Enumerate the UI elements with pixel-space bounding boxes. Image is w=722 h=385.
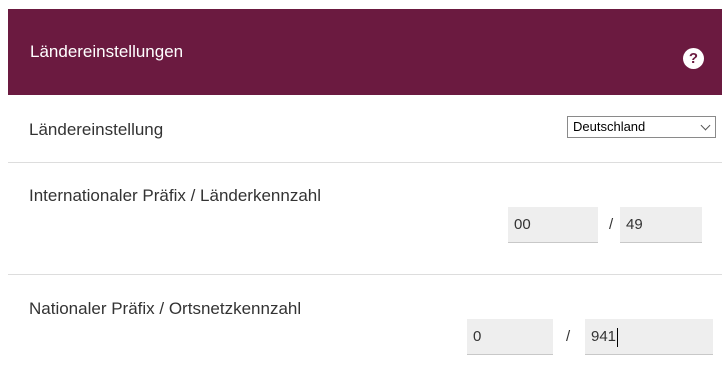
country-select-value: Deutschland — [573, 119, 646, 134]
international-prefix-input[interactable]: 00 — [508, 207, 598, 243]
international-prefix-row: Internationaler Präfix / Länderkennzahl … — [8, 162, 722, 275]
area-code-value: 941 — [591, 328, 617, 345]
panel-header: Ländereinstellungen ? — [8, 9, 722, 95]
country-settings-panel: Ländereinstellungen ? Ländereinstellung … — [0, 0, 722, 385]
international-prefix-value: 00 — [514, 216, 531, 233]
country-setting-row: Ländereinstellung Deutschland — [8, 95, 722, 163]
international-prefix-label: Internationaler Präfix / Länderkennzahl — [29, 186, 322, 205]
national-prefix-row: Nationaler Präfix / Ortsnetzkennzahl 0 /… — [8, 274, 722, 385]
country-setting-label: Ländereinstellung — [29, 120, 164, 139]
country-code-value: 49 — [626, 216, 643, 233]
area-code-separator: / — [566, 328, 571, 345]
national-prefix-label: Nationaler Präfix / Ortsnetzkennzahl — [29, 299, 302, 318]
chevron-down-icon — [700, 120, 711, 131]
country-code-input[interactable]: 49 — [620, 207, 702, 243]
prefix-separator: / — [609, 216, 614, 233]
text-cursor — [617, 327, 619, 347]
area-code-input[interactable]: 941 — [585, 319, 713, 355]
country-select[interactable]: Deutschland — [567, 116, 716, 138]
panel-title: Ländereinstellungen — [30, 42, 184, 61]
national-prefix-value: 0 — [473, 328, 482, 345]
help-icon[interactable]: ? — [683, 48, 704, 69]
national-prefix-input[interactable]: 0 — [467, 319, 553, 355]
